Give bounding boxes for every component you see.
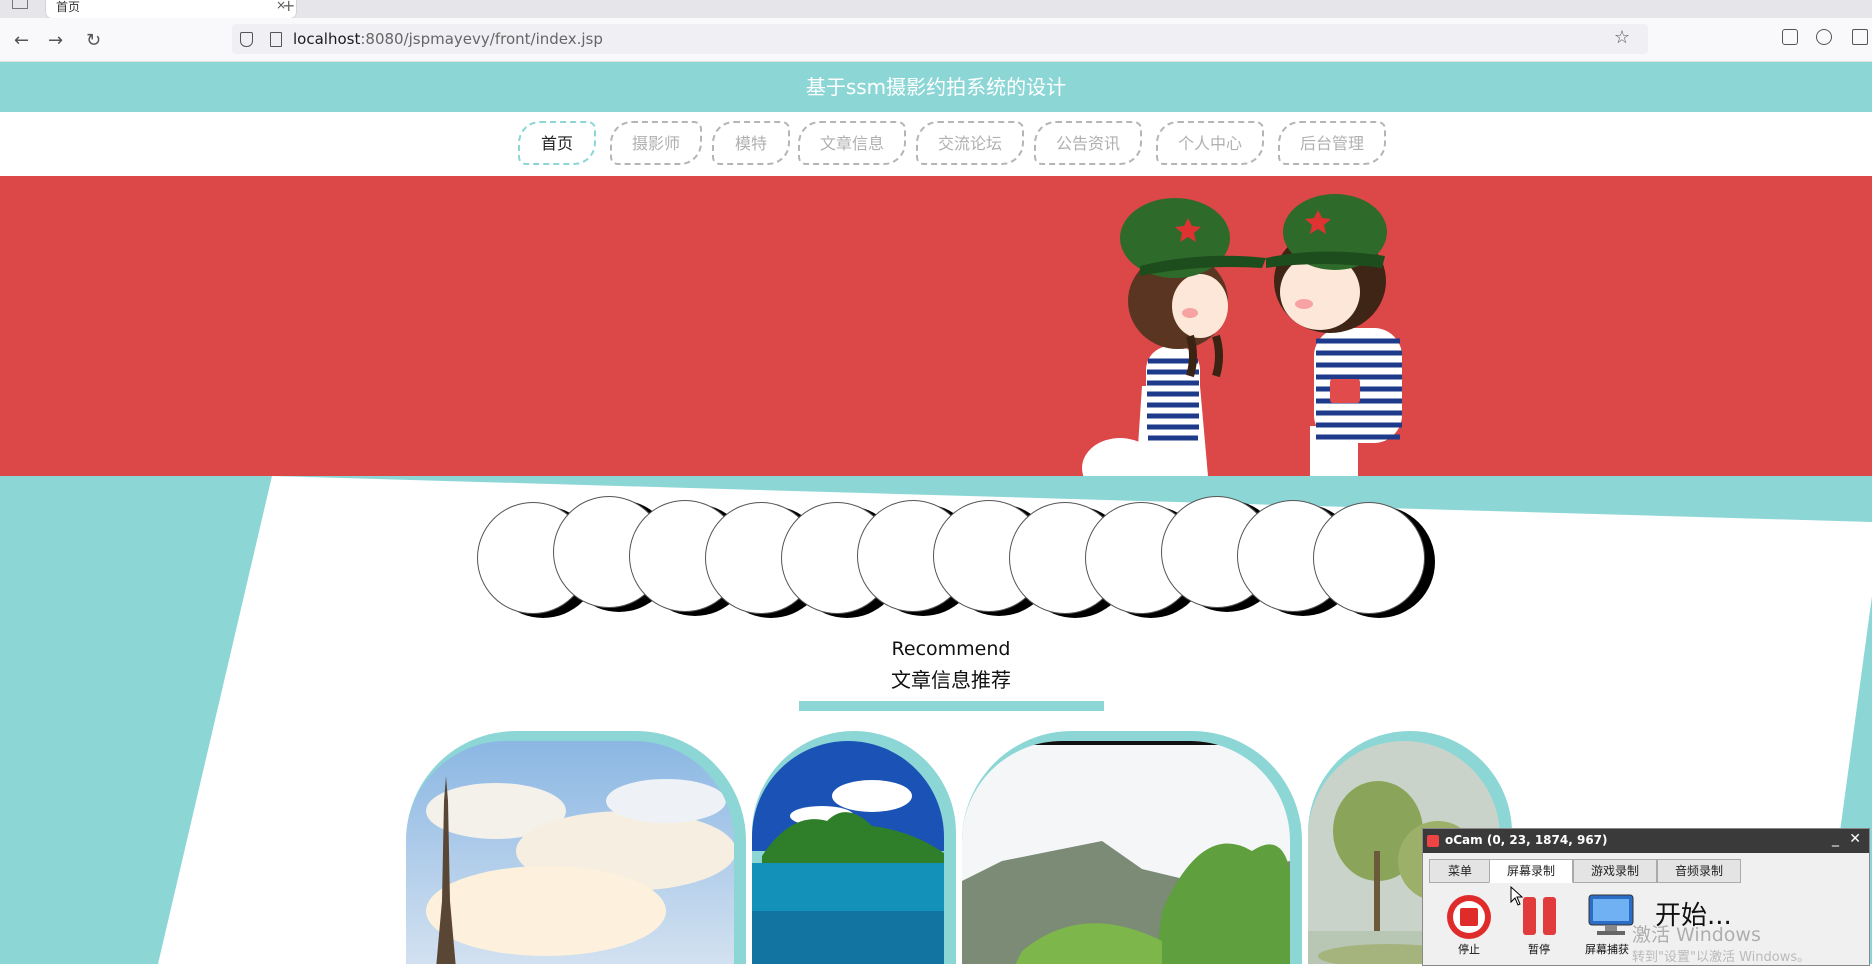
nav-articles[interactable]: 文章信息 xyxy=(798,121,906,165)
stop-label: 停止 xyxy=(1458,943,1480,956)
mouse-cursor-icon xyxy=(1510,886,1524,906)
minimize-icon[interactable]: _ xyxy=(1832,831,1839,847)
windows-activation-hint: 转到"设置"以激活 Windows。 xyxy=(1632,950,1811,965)
couple-illustration xyxy=(1082,194,1402,476)
reload-icon[interactable]: ↻ xyxy=(86,30,101,51)
site-title: 基于ssm摄影约拍系统的设计 xyxy=(805,75,1067,99)
mountain-image xyxy=(962,741,1290,964)
shield-icon[interactable] xyxy=(240,32,253,47)
article-card[interactable] xyxy=(406,731,746,964)
pocket-icon[interactable] xyxy=(1782,29,1798,45)
recommend-subtitle: Recommend xyxy=(891,638,1011,660)
tab-list-icon[interactable] xyxy=(12,0,28,9)
pause-icon[interactable] xyxy=(1521,895,1561,939)
title-underline xyxy=(799,701,1104,711)
pause-label: 暂停 xyxy=(1528,943,1550,956)
nav-forum[interactable]: 交流论坛 xyxy=(916,121,1024,165)
capture-label: 屏幕捕获 xyxy=(1585,943,1629,956)
main-nav: 首页 摄影师 模特 文章信息 交流论坛 公告资讯 个人中心 后台管理 xyxy=(0,112,1872,176)
forward-icon[interactable]: → xyxy=(48,30,63,51)
ocam-tab-game-record[interactable]: 游戏录制 xyxy=(1573,859,1657,883)
article-card[interactable] xyxy=(962,731,1302,964)
extensions-icon[interactable] xyxy=(1852,29,1868,45)
windows-activation-watermark: 激活 Windows xyxy=(1632,924,1761,946)
close-icon[interactable]: ✕ xyxy=(1849,831,1861,847)
bookmark-star-icon[interactable]: ☆ xyxy=(1614,27,1630,48)
hero-banner[interactable] xyxy=(0,176,1872,476)
stop-icon[interactable] xyxy=(1445,893,1495,943)
nav-notices[interactable]: 公告资讯 xyxy=(1034,121,1142,165)
ocam-title: oCam (0, 23, 1874, 967) xyxy=(1445,833,1608,847)
nav-admin[interactable]: 后台管理 xyxy=(1278,121,1386,165)
circle-slide[interactable] xyxy=(1313,502,1425,614)
back-icon[interactable]: ← xyxy=(14,30,29,51)
recommend-title: 文章信息推荐 xyxy=(891,668,1011,692)
ocam-logo-icon xyxy=(1427,835,1439,847)
screen-capture-icon[interactable] xyxy=(1587,893,1635,939)
island-image xyxy=(752,741,944,964)
nav-photographers[interactable]: 摄影师 xyxy=(610,121,702,165)
ocam-titlebar: oCam (0, 23, 1874, 967) _ ✕ xyxy=(1423,829,1869,853)
article-card[interactable] xyxy=(752,731,956,964)
site-header: 基于ssm摄影约拍系统的设计 xyxy=(0,62,1872,112)
ocam-tab-audio-record[interactable]: 音频录制 xyxy=(1657,859,1741,883)
eiffel-tower-image xyxy=(406,741,734,964)
page-icon xyxy=(270,32,282,47)
browser-tab[interactable]: 首页 × xyxy=(46,0,296,18)
new-tab-button[interactable]: + xyxy=(282,0,295,15)
browser-tab-title: 首页 xyxy=(56,0,81,14)
browser-tab-strip: 首页 × + xyxy=(0,0,1872,18)
nav-home[interactable]: 首页 xyxy=(518,121,596,165)
ocam-tab-screen-record[interactable]: 屏幕录制 xyxy=(1489,859,1573,883)
browser-toolbar: ← → ↻ localhost:8080/jspmayevy/front/ind… xyxy=(0,18,1872,62)
account-icon[interactable] xyxy=(1816,29,1832,45)
nav-personal-center[interactable]: 个人中心 xyxy=(1156,121,1264,165)
address-bar[interactable]: localhost:8080/jspmayevy/front/index.jsp… xyxy=(232,24,1648,54)
url-text: localhost:8080/jspmayevy/front/index.jsp xyxy=(293,30,603,48)
ocam-tab-menu[interactable]: 菜单 xyxy=(1429,859,1491,883)
nav-models[interactable]: 模特 xyxy=(712,121,790,165)
